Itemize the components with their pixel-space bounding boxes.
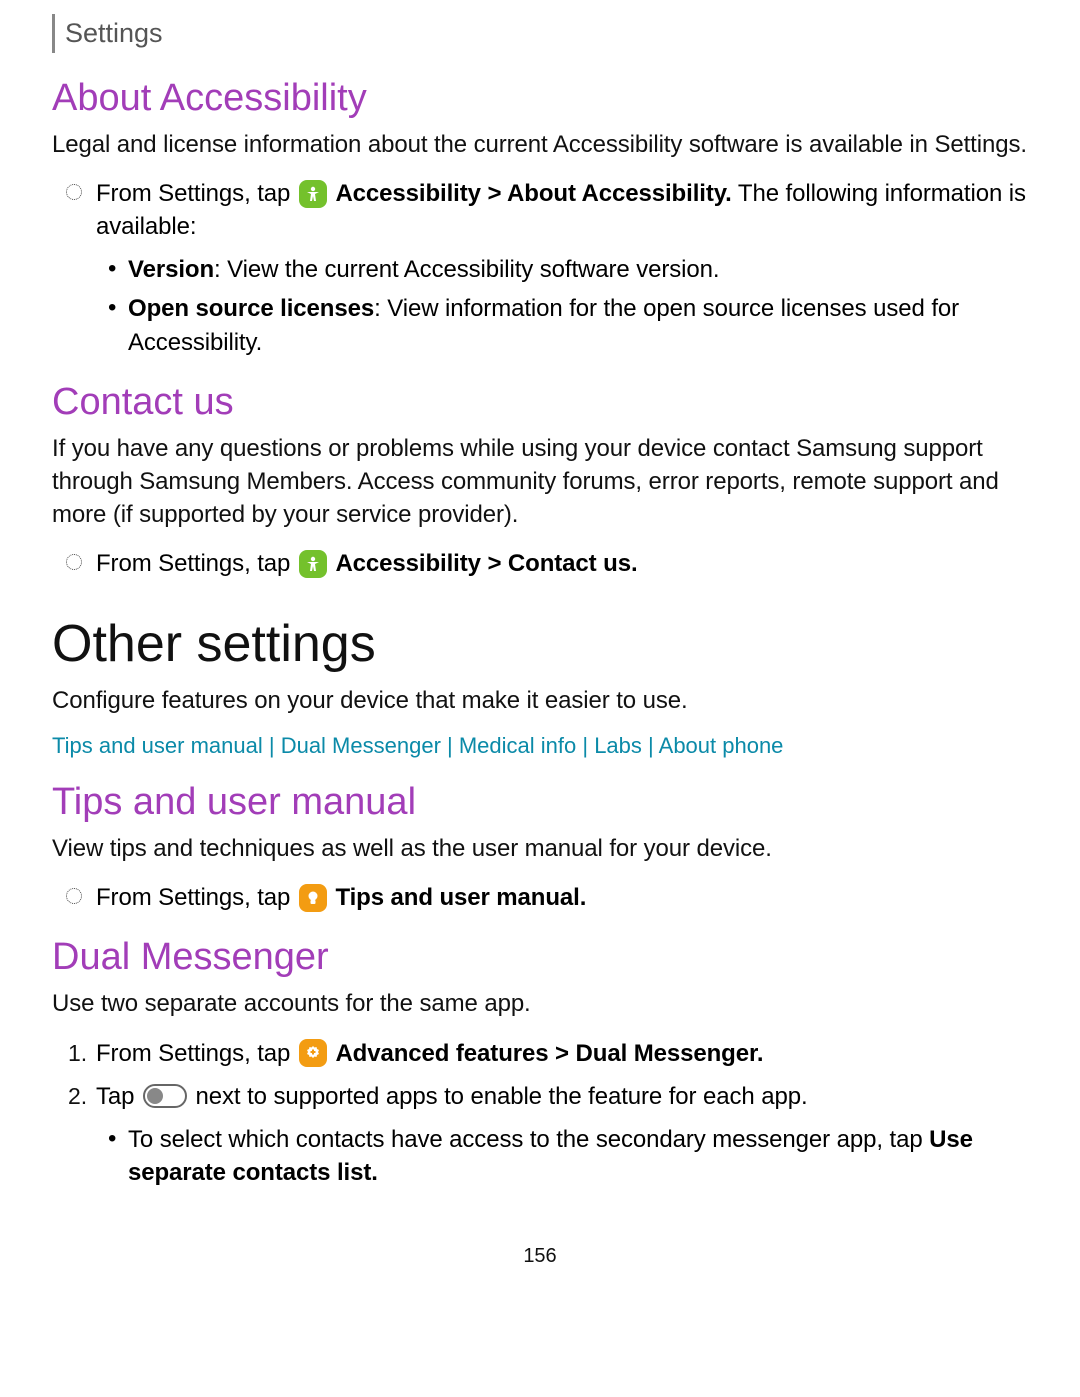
instruction-prefix: From Settings, tap — [96, 180, 297, 207]
instruction-path: Advanced features > Dual Messenger. — [335, 1040, 763, 1067]
about-bullet-version: Version: View the current Accessibility … — [128, 253, 1028, 286]
toggle-switch-icon — [143, 1084, 187, 1108]
bullet-label: Open source licenses — [128, 295, 374, 322]
tips-intro-text: View tips and techniques as well as the … — [52, 832, 1028, 865]
heading-dual-messenger: Dual Messenger — [52, 936, 1028, 979]
heading-tips-user-manual: Tips and user manual — [52, 781, 1028, 824]
bullet-label: Version — [128, 256, 214, 283]
heading-about-accessibility: About Accessibility — [52, 77, 1028, 120]
dual-intro-text: Use two separate accounts for the same a… — [52, 987, 1028, 1020]
other-intro-text: Configure features on your device that m… — [52, 684, 1028, 717]
breadcrumb-container: Settings — [52, 14, 1028, 53]
bullet-text: To select which contacts have access to … — [128, 1126, 929, 1153]
link-medical-info[interactable]: Medical info — [459, 733, 576, 758]
heading-contact-us: Contact us — [52, 381, 1028, 424]
accessibility-icon — [299, 180, 327, 208]
link-separator: | — [263, 733, 281, 758]
heading-other-settings: Other settings — [52, 614, 1028, 674]
contact-instruction: From Settings, tap Accessibility > Conta… — [96, 547, 1028, 580]
tips-instruction: From Settings, tap Tips and user manual. — [96, 881, 1028, 914]
link-tips-user-manual[interactable]: Tips and user manual — [52, 733, 263, 758]
lightbulb-icon — [299, 884, 327, 912]
instruction-suffix: next to supported apps to enable the fea… — [189, 1083, 808, 1110]
instruction-path: Accessibility > Contact us. — [335, 550, 637, 577]
instruction-prefix: From Settings, tap — [96, 1040, 297, 1067]
gear-plus-icon — [299, 1039, 327, 1067]
bullet-text: : View the current Accessibility softwar… — [214, 256, 719, 283]
dual-step-2: Tap next to supported apps to enable the… — [96, 1080, 1028, 1113]
link-separator: | — [576, 733, 594, 758]
link-about-phone[interactable]: About phone — [659, 733, 784, 758]
breadcrumb: Settings — [65, 18, 163, 48]
page-number: 156 — [52, 1245, 1028, 1268]
document-page: Settings About Accessibility Legal and l… — [0, 0, 1080, 1308]
instruction-prefix: From Settings, tap — [96, 550, 297, 577]
dual-step-1: From Settings, tap Advanced features > D… — [96, 1037, 1028, 1070]
dual-instructions-list: From Settings, tap Advanced features > D… — [52, 1037, 1028, 1113]
link-separator: | — [441, 733, 459, 758]
dual-sub-bullet: To select which contacts have access to … — [128, 1123, 1028, 1189]
contact-intro-text: If you have any questions or problems wh… — [52, 432, 1028, 531]
link-labs[interactable]: Labs — [594, 733, 642, 758]
about-instruction: From Settings, tap Accessibility > About… — [96, 177, 1028, 243]
accessibility-icon — [299, 550, 327, 578]
instruction-path: Tips and user manual. — [335, 884, 586, 911]
link-separator: | — [642, 733, 659, 758]
link-dual-messenger[interactable]: Dual Messenger — [281, 733, 441, 758]
instruction-prefix: From Settings, tap — [96, 884, 297, 911]
about-bullet-licenses: Open source licenses: View information f… — [128, 292, 1028, 358]
instruction-prefix: Tap — [96, 1083, 141, 1110]
instruction-path: Accessibility > About Accessibility. — [335, 180, 731, 207]
other-links-row: Tips and user manual | Dual Messenger | … — [52, 733, 1028, 759]
about-intro-text: Legal and license information about the … — [52, 128, 1028, 161]
